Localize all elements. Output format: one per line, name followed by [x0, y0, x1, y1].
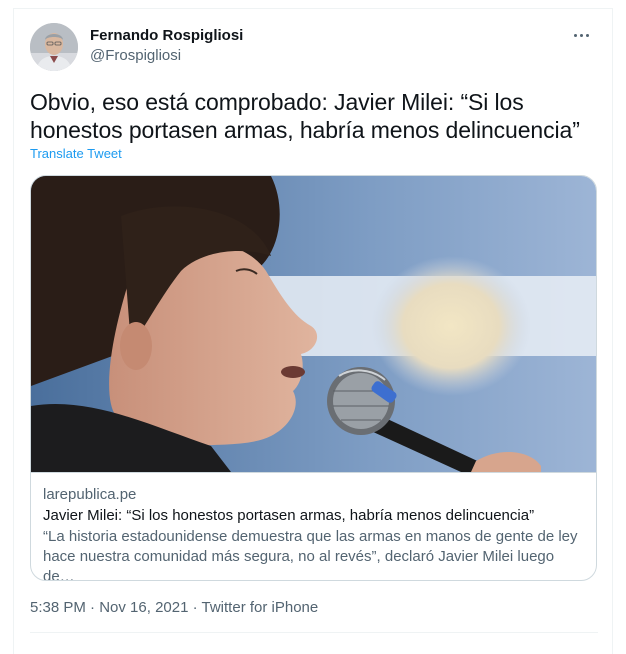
card-body: larepublica.pe Javier Milei: “Si los hon…	[31, 472, 596, 581]
card-domain: larepublica.pe	[43, 486, 137, 503]
translate-tweet-link[interactable]: Translate Tweet	[30, 146, 122, 162]
dot	[579, 33, 583, 37]
meta-separator: ·	[188, 599, 202, 616]
tweet-source[interactable]: Twitter for iPhone	[202, 599, 319, 616]
tweet-header: Fernando Rospigliosi @Frospigliosi	[30, 23, 598, 71]
tweet-date[interactable]: Nov 16, 2021	[99, 599, 188, 616]
tweet-text: Obvio, eso está comprobado: Javier Milei…	[30, 89, 580, 143]
dot	[573, 33, 577, 37]
divider	[30, 632, 598, 633]
tweet-time[interactable]: 5:38 PM	[30, 599, 86, 616]
author-handle[interactable]: @Frospigliosi	[90, 46, 243, 66]
tweet-container: Fernando Rospigliosi @Frospigliosi Obvio…	[13, 8, 613, 654]
card-image[interactable]	[31, 176, 596, 472]
tweet-meta: 5:38 PM · Nov 16, 2021 · Twitter for iPh…	[30, 598, 318, 618]
more-options-icon[interactable]	[564, 23, 598, 47]
link-card[interactable]: larepublica.pe Javier Milei: “Si los hon…	[30, 175, 597, 581]
author-avatar[interactable]	[30, 23, 78, 71]
meta-separator: ·	[85, 599, 100, 616]
card-title: Javier Milei: “Si los honestos portasen …	[43, 507, 535, 524]
author-display-name[interactable]: Fernando Rospigliosi	[90, 26, 243, 46]
author-name-block[interactable]: Fernando Rospigliosi @Frospigliosi	[90, 26, 243, 66]
dot	[585, 33, 589, 37]
card-description: “La historia estadounidense demuestra qu…	[43, 528, 578, 581]
